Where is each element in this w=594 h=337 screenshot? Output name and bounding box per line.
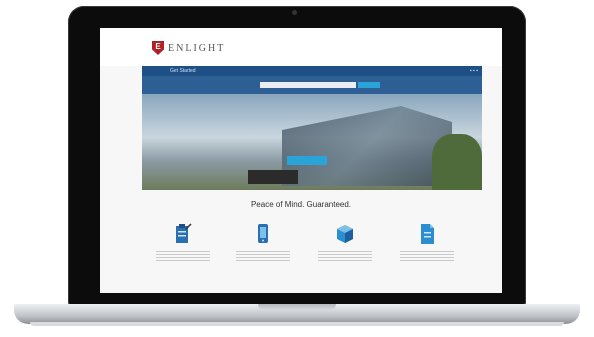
webcam [292,10,297,15]
nav-right-links[interactable]: ▪ ▪ ▪ [470,68,478,74]
cube-icon [336,223,354,245]
feature-item[interactable] [228,223,298,263]
feature-description [156,251,210,263]
search-bar [142,76,482,94]
brand-name[interactable]: ENLIGHT [168,43,225,54]
clipboard-icon [174,223,192,245]
search-input[interactable] [260,82,356,88]
laptop-screen: E ENLIGHT Get Started ▪ ▪ ▪ Peace of Min… [100,28,502,293]
document-icon [418,223,436,245]
feature-item[interactable] [148,223,218,263]
section-title: Peace of Mind. Guaranteed. [250,200,352,209]
main-navbar: Get Started ▪ ▪ ▪ [142,66,482,76]
feature-description [236,251,290,263]
phone-icon [254,223,272,245]
logo-shield-icon[interactable]: E [152,41,164,55]
site-header: E ENLIGHT [100,28,502,66]
feature-item[interactable] [392,223,462,263]
laptop-foot [30,322,564,326]
laptop-notch [258,304,336,310]
hero-banner [142,94,482,190]
search-button[interactable] [358,82,380,88]
hero-sign [248,170,298,184]
hero-building-image [282,106,452,186]
feature-description [318,251,372,263]
feature-item[interactable] [310,223,380,263]
hero-cta-button[interactable] [287,156,327,165]
hero-trees [432,134,482,190]
nav-item-get-started[interactable]: Get Started [170,68,196,74]
feature-description [400,251,454,263]
